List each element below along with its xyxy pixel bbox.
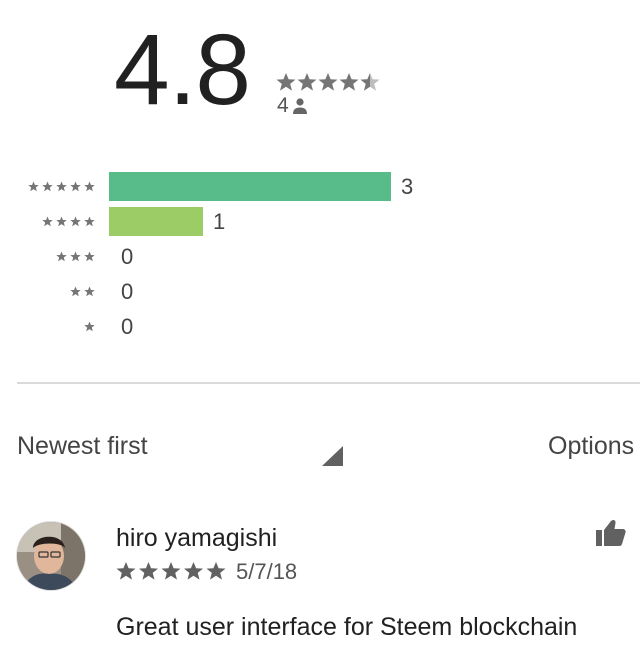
review-date: 5/7/18 [236,559,298,584]
histogram-count: 0 [121,314,134,339]
histogram-row-5: 3 [0,172,640,202]
histogram-row-3: 0 [0,242,640,272]
star-icon [339,73,359,91]
review-text: Great user interface for Steem blockchai… [116,613,578,641]
star-icon [70,251,81,262]
star-icon [42,216,53,227]
sort-dropdown[interactable]: Newest first [17,431,148,461]
star-icon [42,181,53,192]
avatar[interactable] [17,522,85,590]
histogram-count: 0 [121,244,134,269]
star-icon [116,562,136,580]
star-icon [84,251,95,262]
rater-count: 4 [277,95,308,117]
histogram-count: 0 [121,279,134,304]
star-icon [70,181,81,192]
star-icon [161,562,181,580]
histogram-bar [109,207,203,236]
three-star-label [56,249,95,265]
star-icon [318,73,338,91]
histogram-bar [109,172,391,201]
histogram-row-1: 0 [0,312,640,342]
thumbs-up-icon[interactable] [596,519,626,547]
star-icon [28,181,39,192]
divider [17,382,640,384]
star-icon [84,321,95,332]
dropdown-triangle-icon[interactable] [322,446,343,466]
reviewer-name: hiro yamagishi [116,524,278,552]
avatar-image [17,522,85,590]
star-icon [206,562,226,580]
average-rating-stars [276,73,380,91]
star-icon [297,73,317,91]
histogram-row-2: 0 [0,277,640,307]
star-icon [84,286,95,297]
star-icon [70,286,81,297]
star-icon [70,216,81,227]
histogram-count: 1 [213,209,226,234]
star-icon [184,562,203,580]
review-star-rating [116,562,226,580]
star-icon [139,562,158,580]
five-star-label [28,179,95,195]
one-star-label [84,319,95,335]
star-icon [56,216,67,227]
options-button[interactable]: Options [548,431,634,461]
four-star-label [42,214,95,230]
star-icon [56,181,67,192]
star-icon [276,73,296,91]
histogram-row-4: 1 [0,207,640,237]
star-icon [84,216,95,227]
person-icon [292,98,307,114]
star-icon [56,251,67,262]
two-star-label [70,284,95,300]
half-star-icon [360,73,380,91]
star-icon [84,181,95,192]
rater-count-value: 4 [277,94,289,117]
histogram-count: 3 [401,174,414,199]
average-rating: 4.8 [114,14,251,126]
